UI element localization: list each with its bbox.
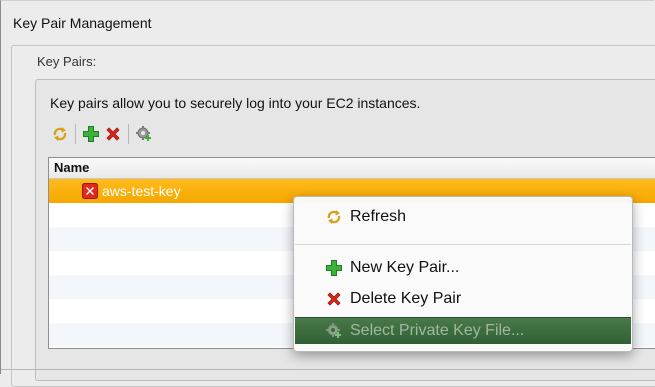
refresh-icon — [53, 127, 67, 141]
toolbar-separator — [128, 124, 129, 144]
gear-add-icon — [324, 321, 344, 341]
delete-icon — [324, 289, 344, 309]
menu-item-refresh[interactable]: Refresh — [294, 204, 632, 230]
menu-item-new-key-pair[interactable]: New Key Pair... — [294, 255, 632, 281]
menu-item-delete-key-pair[interactable]: Delete Key Pair — [294, 286, 632, 312]
menu-item-label: New Key Pair... — [350, 259, 460, 276]
column-header-name[interactable]: Name — [49, 158, 655, 179]
context-menu: Refresh New Key Pair... Delete Key Pair — [293, 196, 633, 352]
group-label: Key Pairs: — [37, 54, 97, 69]
add-icon — [83, 126, 99, 142]
toolbar-separator — [75, 124, 76, 144]
panel-title: Key Pair Management — [13, 15, 152, 31]
key-pair-toolbar — [49, 123, 155, 145]
menu-item-label: Delete Key Pair — [350, 290, 462, 307]
menu-separator — [295, 244, 631, 245]
delete-key-pair-button[interactable] — [102, 123, 124, 145]
divider — [1, 369, 655, 370]
new-key-pair-button[interactable] — [80, 123, 102, 145]
add-icon — [324, 258, 344, 278]
select-private-key-button[interactable] — [133, 123, 155, 145]
refresh-icon — [324, 207, 344, 227]
menu-item-label: Refresh — [350, 208, 407, 225]
description-text: Key pairs allow you to securely log into… — [50, 95, 421, 111]
invalid-key-icon — [82, 183, 98, 199]
delete-icon — [106, 127, 120, 141]
gear-add-icon — [136, 126, 151, 141]
refresh-button[interactable] — [49, 123, 71, 145]
menu-item-select-private-key[interactable]: Select Private Key File... — [295, 317, 631, 344]
menu-item-label: Select Private Key File... — [350, 322, 525, 339]
key-pair-name: aws-test-key — [102, 183, 181, 199]
